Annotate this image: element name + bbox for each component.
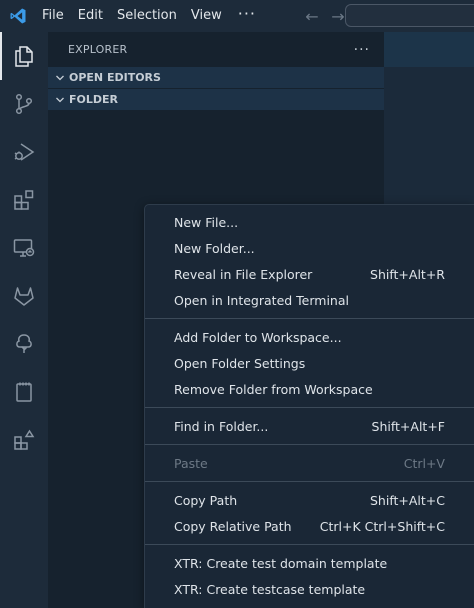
menu-item-shortcut: Ctrl+K Ctrl+Shift+C	[319, 518, 445, 534]
menu-item-label: Open in Integrated Terminal	[174, 292, 349, 308]
menu-item-add-folder-to-workspace[interactable]: Add Folder to Workspace...	[145, 324, 474, 350]
menu-item-label: Add Folder to Workspace...	[174, 329, 342, 345]
menu-separator	[145, 444, 474, 445]
context-menu: New File... New Folder... Reveal in File…	[144, 204, 474, 608]
menu-separator	[145, 481, 474, 482]
menu-item-open-in-terminal[interactable]: Open in Integrated Terminal	[145, 287, 474, 313]
chevron-down-icon	[53, 93, 67, 107]
menu-item-label: Copy Relative Path	[174, 518, 292, 534]
files-icon[interactable]	[0, 32, 48, 80]
tree-icon[interactable]	[0, 320, 48, 368]
menu-item-label: XTR: Create test domain template	[174, 555, 388, 571]
menu-item-new-folder[interactable]: New Folder...	[145, 235, 474, 261]
section-label: FOLDER	[69, 93, 118, 106]
section-folder[interactable]: FOLDER	[48, 89, 384, 111]
sidebar-more-icon[interactable]: ···	[354, 42, 370, 58]
run-debug-icon[interactable]	[0, 128, 48, 176]
menu-item-shortcut: Shift+Alt+C	[369, 492, 445, 508]
add-extension-icon[interactable]	[0, 416, 48, 464]
command-center-search[interactable]	[345, 4, 474, 27]
activity-bar	[0, 32, 48, 608]
menu-item-label: New Folder...	[174, 240, 255, 256]
menu-item-label: Open Folder Settings	[174, 355, 306, 371]
menu-item-remove-folder-from-workspace[interactable]: Remove Folder from Workspace	[145, 376, 474, 402]
menu-item-label: Copy Path	[174, 492, 238, 508]
editor-tab-strip	[384, 32, 474, 67]
menu-item-find-in-folder[interactable]: Find in Folder... Shift+Alt+F	[145, 413, 474, 439]
menu-separator	[145, 544, 474, 545]
vscode-logo-icon	[1, 0, 35, 32]
remote-explorer-icon[interactable]	[0, 224, 48, 272]
menu-item-new-file[interactable]: New File...	[145, 209, 474, 235]
extensions-icon[interactable]	[0, 176, 48, 224]
menu-item-xtr-create-test-domain-template[interactable]: XTR: Create test domain template	[145, 550, 474, 576]
chevron-down-icon	[53, 71, 67, 85]
menu-more-icon[interactable]: ···	[229, 0, 265, 32]
menu-item-label: Paste	[174, 455, 208, 471]
menu-item-shortcut: Shift+Alt+R	[370, 266, 445, 282]
menu-item-label: Find in Folder...	[174, 418, 269, 434]
menu-separator	[145, 407, 474, 408]
menu-item-xtr-create-testcase-template[interactable]: XTR: Create testcase template	[145, 576, 474, 602]
menu-separator	[145, 318, 474, 319]
sidebar-header: EXPLORER ···	[48, 32, 384, 67]
menu-item-shortcut: Shift+Alt+F	[371, 418, 445, 434]
section-label: OPEN EDITORS	[69, 71, 161, 84]
menu-item-shortcut: Ctrl+V	[403, 455, 445, 471]
notebook-icon[interactable]	[0, 368, 48, 416]
menu-item-copy-path[interactable]: Copy Path Shift+Alt+C	[145, 487, 474, 513]
menu-item-open-folder-settings[interactable]: Open Folder Settings	[145, 350, 474, 376]
menu-item-reveal-in-file-explorer[interactable]: Reveal in File Explorer Shift+Alt+R	[145, 261, 474, 287]
menu-item-paste: Paste Ctrl+V	[145, 450, 474, 476]
gitlab-icon[interactable]	[0, 272, 48, 320]
menu-selection[interactable]: Selection	[110, 0, 184, 32]
menu-item-copy-relative-path[interactable]: Copy Relative Path Ctrl+K Ctrl+Shift+C	[145, 513, 474, 539]
menu-item-label: New File...	[174, 214, 239, 230]
source-control-icon[interactable]	[0, 80, 48, 128]
menu-item-label: Reveal in File Explorer	[174, 266, 313, 282]
menu-edit[interactable]: Edit	[71, 0, 110, 32]
menu-item-label: Remove Folder from Workspace	[174, 381, 373, 397]
menu-file[interactable]: File	[35, 0, 71, 32]
sidebar-title: EXPLORER	[68, 43, 128, 56]
menu-view[interactable]: View	[184, 0, 229, 32]
menu-item-label: XTR: Create testcase template	[174, 581, 366, 597]
section-open-editors[interactable]: OPEN EDITORS	[48, 67, 384, 89]
back-arrow-icon[interactable]: ←	[299, 7, 325, 26]
